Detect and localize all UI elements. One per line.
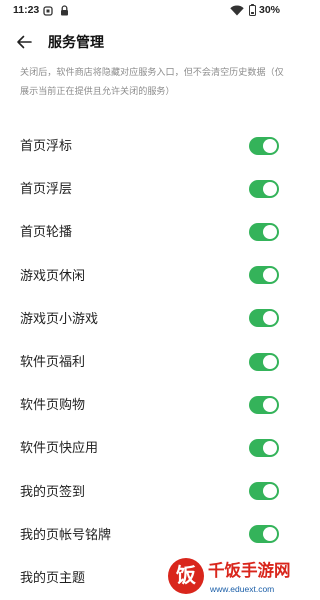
list-item: 软件页快应用 — [0, 426, 300, 469]
toggle-switch[interactable] — [249, 482, 279, 501]
list-item-label: 我的页帐号铭牌 — [20, 526, 112, 542]
list-item: 游戏页休闲 — [0, 254, 300, 297]
toggle-knob — [263, 224, 277, 239]
watermark-logo: 饭 — [168, 558, 204, 594]
list-item-label: 首页浮标 — [20, 138, 73, 153]
status-bar: 11:23 30% — [0, 0, 300, 22]
toggle-switch[interactable] — [249, 352, 279, 371]
toggle-switch[interactable] — [249, 136, 279, 155]
list-item-label: 首页浮层 — [20, 181, 73, 197]
watermark-brand: 千饭手游网 — [208, 562, 291, 580]
list-item-label: 软件页购物 — [20, 397, 86, 413]
toggle-switch[interactable] — [249, 179, 279, 198]
toggle-switch[interactable] — [249, 222, 279, 241]
list-item: 我的页签到 — [0, 470, 300, 513]
list-item-label: 我的页主题 — [20, 569, 86, 585]
battery-percent: 30% — [259, 4, 281, 16]
toggle-knob — [263, 397, 277, 412]
list-item: 游戏页小游戏 — [0, 297, 300, 340]
watermark-url: www.eduext.com — [210, 584, 275, 594]
status-time: 11:23 — [13, 4, 40, 16]
back-button[interactable] — [12, 32, 36, 52]
toggle-switch[interactable] — [249, 266, 279, 285]
toggle-switch[interactable] — [249, 309, 279, 328]
list-item: 我的页帐号铭牌 — [0, 513, 300, 556]
list-item-label: 游戏页休闲 — [20, 267, 86, 283]
arrow-left-icon — [17, 35, 32, 49]
list-item-label: 游戏页小游戏 — [20, 310, 99, 326]
toggle-knob — [263, 354, 277, 369]
list-item-label: 首页轮播 — [20, 224, 73, 240]
list-item: 首页轮播 — [0, 210, 300, 253]
page-title: 服务管理 — [48, 34, 104, 50]
toggle-knob — [263, 311, 277, 326]
header: 服务管理 — [0, 28, 300, 56]
wifi-icon — [230, 5, 244, 16]
list-item-label: 我的页签到 — [20, 483, 86, 499]
toggle-switch[interactable] — [249, 525, 279, 544]
list-item: 首页浮层 — [0, 167, 300, 210]
list-item: 软件页购物 — [0, 383, 300, 426]
toggle-knob — [263, 484, 277, 499]
battery-icon — [249, 5, 256, 16]
description-text: 关闭后，软件商店将隐藏对应服务入口，但不会清空历史数据（仅展示当前正在提供且允许… — [20, 67, 284, 96]
list-item: 首页浮标 — [0, 124, 300, 167]
watermark: 饭 千饭手游网 www.eduext.com — [165, 553, 300, 600]
toggle-switch[interactable] — [249, 395, 279, 414]
toggle-knob — [263, 527, 277, 542]
toggle-knob — [263, 181, 277, 196]
service-list: 首页浮标首页浮层首页轮播游戏页休闲游戏页小游戏 软件页福利软件页购物软件页快应用我… — [0, 124, 300, 599]
toggle-knob — [263, 440, 277, 455]
toggle-knob — [263, 268, 277, 283]
toggle-knob — [263, 138, 277, 153]
list-item-label: 软件页福利 — [20, 353, 86, 369]
battery-fill — [250, 11, 255, 15]
list-item: 软件页福利 — [0, 340, 300, 383]
toggle-switch[interactable] — [249, 438, 279, 457]
app-notification-icon — [43, 6, 53, 16]
list-item-label: 软件页快应用 — [20, 440, 99, 456]
lock-icon — [61, 5, 68, 16]
